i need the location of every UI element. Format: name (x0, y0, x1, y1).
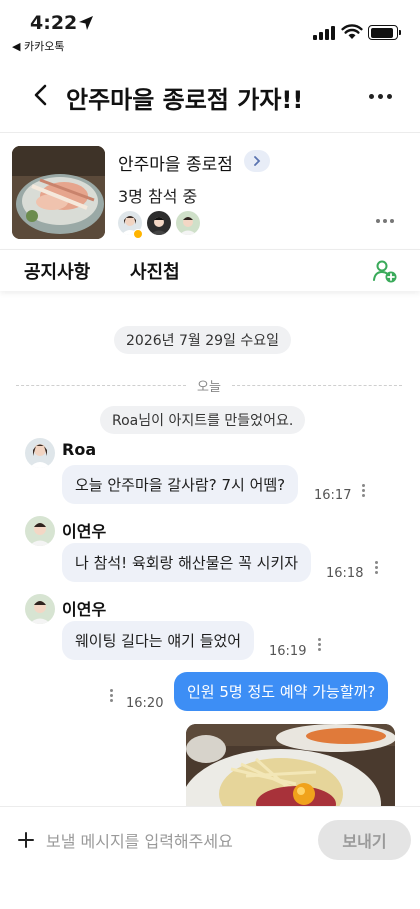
tab-notice[interactable]: 공지사항 (24, 258, 90, 284)
place-thumbnail[interactable] (12, 146, 105, 239)
avatar[interactable] (25, 594, 55, 624)
avatar (176, 211, 200, 235)
back-arrow-icon[interactable] (26, 80, 56, 110)
avatar[interactable] (25, 516, 55, 546)
message-time: 16:17 (314, 488, 352, 503)
avatar (147, 211, 171, 235)
sender-name: Roa (62, 440, 97, 459)
cellular-signal-icon (313, 26, 335, 40)
members-count: 3명 참석 중 (118, 187, 198, 206)
message-bubble[interactable]: 웨이팅 길다는 얘기 들었어 (62, 621, 255, 660)
today-divider: 오늘 (16, 376, 402, 396)
message-bubble[interactable]: 오늘 안주마을 갈사람? 7시 어뗌? (62, 465, 299, 504)
sender-name: 이연우 (62, 522, 107, 541)
message-menu-icon[interactable] (375, 561, 379, 574)
message-bubble[interactable]: 나 참석! 육회랑 해산물은 꼭 시키자 (62, 543, 312, 582)
message-menu-icon[interactable] (110, 689, 114, 702)
message-time: 16:20 (126, 696, 164, 711)
host-badge-icon (133, 229, 143, 239)
add-member-icon[interactable] (372, 258, 398, 284)
message-menu-icon[interactable] (362, 484, 366, 497)
message-time: 16:18 (326, 566, 364, 581)
system-message: Roa님이 아지트를 만들었어요. (100, 406, 306, 434)
avatar[interactable] (25, 438, 55, 468)
plus-icon[interactable] (10, 824, 42, 856)
nav-header: 안주마을 종로점 가자!! (0, 62, 420, 130)
place-name[interactable]: 안주마을 종로점 (118, 150, 233, 175)
chevron-right-icon[interactable] (244, 150, 270, 172)
send-button[interactable]: 보내기 (318, 820, 411, 860)
message-time: 16:19 (269, 644, 307, 659)
card-more-icon[interactable] (376, 219, 394, 223)
message-menu-icon[interactable] (318, 638, 322, 651)
photo-message[interactable] (186, 724, 395, 806)
back-to-app-link[interactable]: ◀ 카카오톡 (12, 38, 64, 54)
message-input-bar: 보내기 (0, 806, 420, 909)
chat-title: 안주마을 종로점 가자!! (66, 86, 304, 114)
battery-icon (368, 25, 398, 40)
member-avatars[interactable] (118, 211, 200, 235)
place-info-card: 안주마을 종로점 3명 참석 중 (0, 132, 420, 248)
date-divider: 2026년 7월 29일 수요일 (114, 326, 291, 354)
chat-area[interactable]: 2026년 7월 29일 수요일 오늘 Roa님이 아지트를 만들었어요. Ro… (0, 292, 420, 806)
status-bar: 4:22 ◀ 카카오톡 (0, 0, 420, 58)
wifi-icon (341, 24, 363, 39)
status-time: 4:22 (30, 12, 78, 34)
more-options-icon[interactable] (366, 84, 394, 108)
sender-name: 이연우 (62, 600, 107, 619)
my-message-bubble[interactable]: 인원 5명 정도 예약 가능할까? (174, 672, 389, 711)
location-arrow-icon (79, 16, 93, 30)
tab-bar: 공지사항 사진첩 (0, 249, 420, 291)
tab-photo-album[interactable]: 사진첩 (130, 258, 180, 284)
message-input[interactable] (46, 824, 308, 858)
